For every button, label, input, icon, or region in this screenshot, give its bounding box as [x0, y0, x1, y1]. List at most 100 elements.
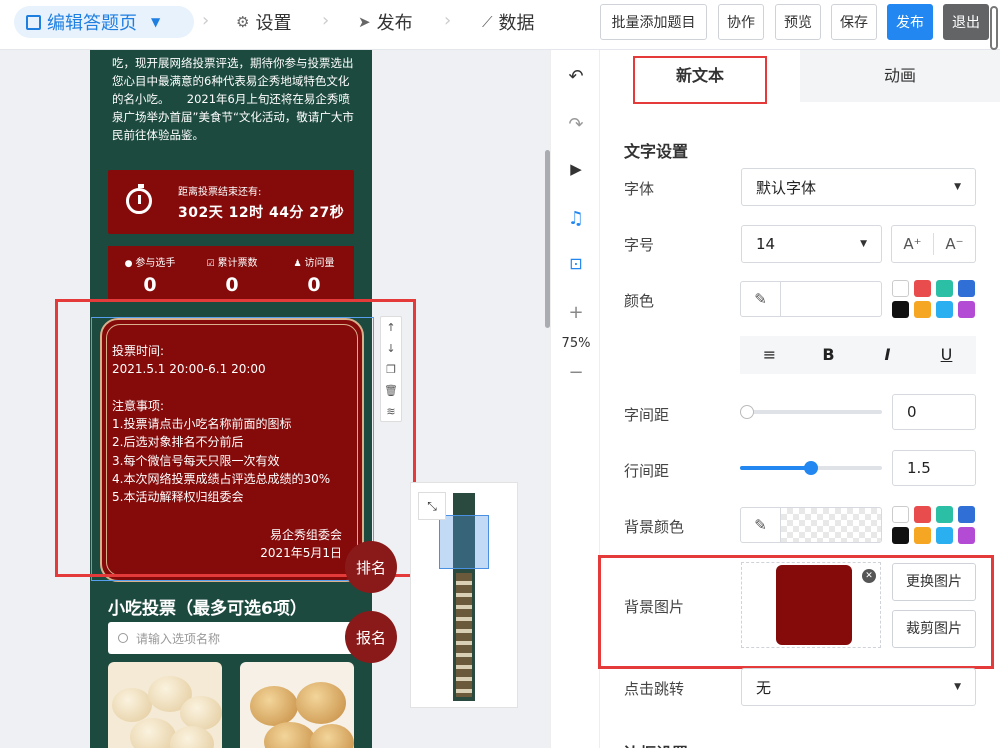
food-card-dumplings[interactable] — [108, 662, 222, 748]
stopwatch-icon — [126, 184, 152, 214]
chevron-down-icon: ▼ — [860, 239, 867, 249]
zoom-in-icon[interactable]: + — [551, 302, 601, 323]
snack-vote-title[interactable]: 小吃投票（最多可选6项） — [108, 594, 307, 619]
align-icon[interactable]: ≡ — [740, 336, 799, 374]
text-format-bar: ≡ B I U — [740, 336, 976, 374]
swatch-blue[interactable] — [958, 506, 975, 523]
publish-button[interactable]: 发布 — [887, 4, 933, 40]
line-chart-icon: ⟋ — [482, 13, 493, 31]
nav-settings[interactable]: ⚙ 设置 — [236, 6, 291, 38]
letter-spacing-input[interactable]: 0 — [892, 394, 976, 430]
stat-visits-label: 访问量 — [304, 258, 335, 269]
click-jump-select[interactable]: 无 ▼ — [741, 668, 976, 706]
checkbox-icon: ☑ — [206, 259, 215, 269]
intro-text[interactable]: 吃，现开展网络投票评选，期待你参与投票选出您心目中最满意的6种代表易企秀地域特色… — [112, 54, 360, 144]
swatch-orange[interactable] — [914, 301, 931, 318]
delete-icon[interactable]: 🗑 — [381, 380, 401, 401]
nav-data-label: 数据 — [498, 13, 535, 34]
pulse-icon[interactable]: ⊡ — [551, 254, 601, 273]
countdown-block[interactable]: 距离投票结束还有: 302天 12时 44分 27秒 — [108, 170, 354, 234]
bold-icon[interactable]: B — [799, 336, 858, 374]
food-card-buns[interactable] — [240, 662, 354, 748]
italic-icon[interactable]: I — [858, 336, 917, 374]
font-label: 字体 — [624, 180, 655, 198]
nav-data[interactable]: ⟋ 数据 — [482, 6, 535, 38]
line-height-input[interactable]: 1.5 — [892, 450, 976, 486]
swatch-red[interactable] — [914, 506, 931, 523]
font-size-adjust: A⁺ A⁻ — [891, 225, 976, 263]
swatch-cyan[interactable] — [936, 301, 953, 318]
preview-button[interactable]: 预览 — [775, 4, 821, 40]
bg-image-highlight — [598, 555, 994, 669]
font-size-down-button[interactable]: A⁻ — [934, 235, 975, 253]
swatch-white[interactable] — [892, 280, 909, 297]
countdown-label: 距离投票结束还有: — [178, 187, 262, 198]
swatch-purple[interactable] — [958, 527, 975, 544]
gear-icon: ⚙ — [236, 13, 250, 31]
line-height-value: 1.5 — [907, 459, 931, 477]
music-icon[interactable]: ♫ — [551, 208, 601, 229]
play-icon[interactable]: ▶ — [551, 160, 601, 178]
swatch-purple[interactable] — [958, 301, 975, 318]
chevron-down-icon: ▼ — [954, 682, 961, 692]
signup-button[interactable]: 报名 — [345, 611, 397, 663]
edit-page-icon — [26, 14, 41, 30]
tab-animation[interactable]: 动画 — [800, 50, 1000, 102]
stat-votes-value: 0 — [225, 274, 239, 296]
save-button[interactable]: 保存 — [831, 4, 877, 40]
topbar-scrollbar[interactable] — [990, 6, 998, 50]
text-settings-title: 文字设置 — [624, 142, 689, 161]
swatch-blue[interactable] — [958, 280, 975, 297]
font-size-up-button[interactable]: A⁺ — [892, 235, 933, 253]
font-size-select[interactable]: 14 ▼ — [741, 225, 882, 263]
option-search-input[interactable]: 请输入选项名称 — [108, 622, 354, 654]
stat-votes: ☑ 累计票数 0 — [192, 254, 272, 296]
font-select[interactable]: 默认字体 ▼ — [741, 168, 976, 206]
batch-add-questions-button[interactable]: 批量添加题目 — [600, 4, 707, 40]
line-height-label: 行间距 — [624, 462, 670, 480]
swatch-teal[interactable] — [936, 506, 953, 523]
stat-visits-value: 0 — [307, 274, 321, 296]
undo-icon[interactable]: ↶ — [551, 66, 601, 87]
element-toolbar: ↑ ↓ ❐ 🗑 ≋ — [380, 316, 402, 422]
swatch-black[interactable] — [892, 301, 909, 318]
click-jump-value: 无 — [756, 678, 772, 697]
swatch-orange[interactable] — [914, 527, 931, 544]
exit-button[interactable]: 退出 — [943, 4, 989, 40]
bg-color-picker[interactable]: ✎ — [740, 507, 882, 543]
nav-edit-answer-page[interactable]: 编辑答题页 ▼ — [14, 6, 194, 38]
eyedropper-icon[interactable]: ✎ — [741, 508, 781, 542]
minimap-viewport[interactable] — [439, 515, 489, 569]
nav-settings-label: 设置 — [255, 13, 292, 34]
swatch-black[interactable] — [892, 527, 909, 544]
underline-icon[interactable]: U — [917, 336, 976, 374]
bg-color-label: 背景颜色 — [624, 518, 685, 536]
slider-knob[interactable] — [740, 405, 754, 419]
swatch-red[interactable] — [914, 280, 931, 297]
stats-block[interactable]: ● 参与选手 0 ☑ 累计票数 0 ♟ 访问量 0 — [108, 246, 354, 300]
ranking-button[interactable]: 排名 — [345, 541, 397, 593]
collaborate-button[interactable]: 协作 — [718, 4, 764, 40]
line-height-slider[interactable] — [740, 461, 882, 475]
search-icon — [118, 633, 128, 643]
nav-publish[interactable]: ➤ 发布 — [358, 6, 413, 38]
copy-icon[interactable]: ❐ — [381, 359, 401, 380]
slider-knob[interactable] — [804, 461, 818, 475]
letter-spacing-slider[interactable] — [740, 405, 882, 419]
text-color-picker[interactable]: ✎ — [740, 281, 882, 317]
zoom-out-icon[interactable]: − — [551, 362, 601, 383]
swatch-cyan[interactable] — [936, 527, 953, 544]
move-up-icon[interactable]: ↑ — [381, 317, 401, 338]
eyedropper-icon[interactable]: ✎ — [741, 282, 781, 316]
letter-spacing-label: 字间距 — [624, 406, 670, 424]
redo-icon[interactable]: ↷ — [551, 114, 601, 135]
swatch-white[interactable] — [892, 506, 909, 523]
stat-participants-value: 0 — [143, 274, 157, 296]
chevron-down-icon: ▼ — [954, 182, 961, 192]
stat-visits: ♟ 访问量 0 — [274, 254, 354, 296]
collapse-minimap-icon[interactable]: ⤡ — [418, 492, 446, 520]
move-down-icon[interactable]: ↓ — [381, 338, 401, 359]
swatch-teal[interactable] — [936, 280, 953, 297]
caret-down-icon: ▼ — [151, 15, 161, 29]
layers-icon[interactable]: ≋ — [381, 401, 401, 422]
